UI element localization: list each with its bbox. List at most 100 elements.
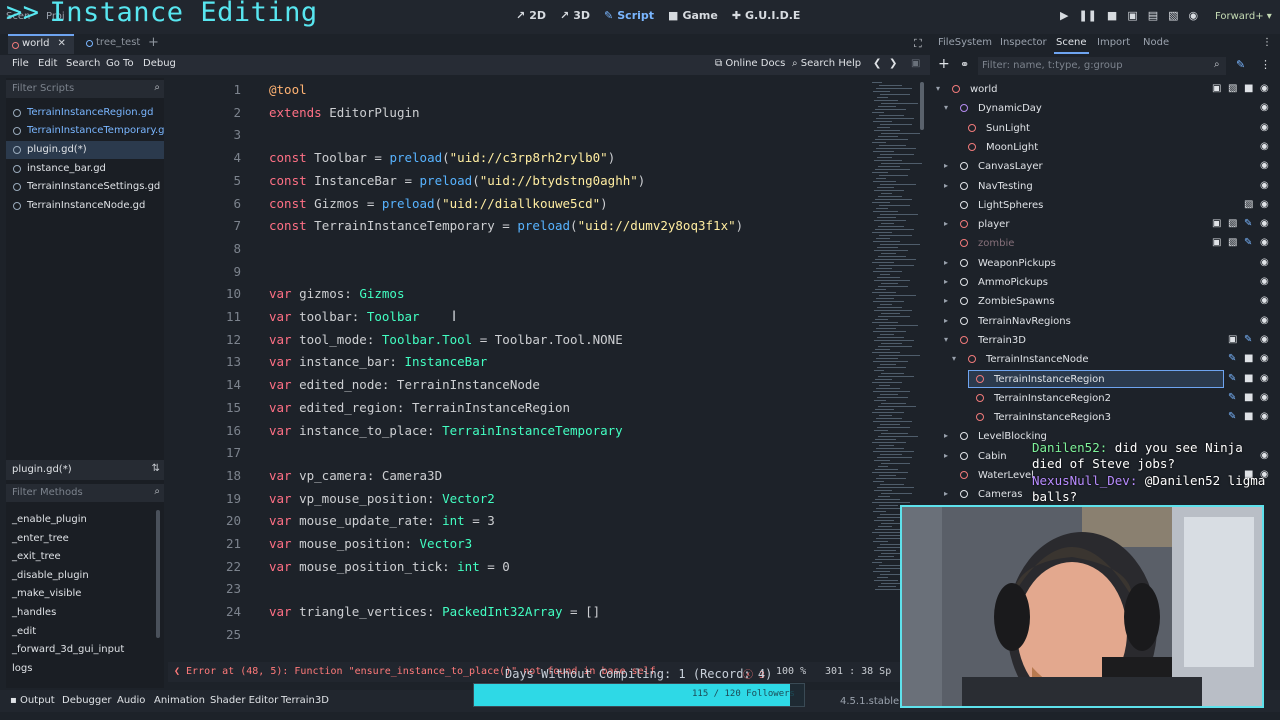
- lock-icon[interactable]: ■: [1244, 353, 1253, 364]
- code-line[interactable]: 6 const Gizmos = preload("uid://diallkouw…: [168, 196, 868, 218]
- method-item[interactable]: _exit_tree: [12, 551, 61, 562]
- dock-menu-icon[interactable]: ⋮: [1262, 37, 1272, 48]
- workspace-2d-button[interactable]: ↗ 2D: [516, 9, 546, 22]
- script-item-selected[interactable]: plugin.gd(*): [6, 141, 164, 159]
- eye-icon[interactable]: ◉: [1260, 392, 1269, 403]
- script-icon[interactable]: ✎: [1244, 334, 1252, 345]
- scene-tree-node[interactable]: ▸ CanvasLayer ◉: [934, 157, 1274, 176]
- group-icon[interactable]: ▣: [1212, 83, 1221, 94]
- code-line[interactable]: 2 extends EditorPlugin: [168, 105, 868, 127]
- expand-arrow-icon[interactable]: ▾: [936, 84, 940, 93]
- stop-icon[interactable]: ■: [1107, 9, 1117, 22]
- method-item[interactable]: _forward_3d_gui_input: [12, 644, 124, 655]
- scene-tree-node[interactable]: TerrainInstanceRegion2 ✎ ■ ◉: [934, 389, 1274, 408]
- menu-search[interactable]: Search: [66, 58, 100, 69]
- scene-tree-node[interactable]: ▸ AmmoPickups ◉: [934, 273, 1274, 292]
- expand-arrow-icon[interactable]: ▸: [944, 431, 948, 440]
- visibility-toggle-icon[interactable]: ▧: [1244, 199, 1253, 210]
- scene-tree-node[interactable]: ▾ TerrainInstanceNode ✎ ■ ◉: [934, 350, 1274, 369]
- eye-icon[interactable]: ◉: [1260, 160, 1269, 171]
- remote-debug-icon[interactable]: ▣: [1127, 9, 1137, 22]
- expand-arrow-icon[interactable]: ▸: [944, 489, 948, 498]
- workspace-game-button[interactable]: ■ Game: [668, 9, 718, 22]
- attach-script-icon[interactable]: ✎: [1236, 58, 1245, 71]
- lock-icon[interactable]: ■: [1244, 392, 1253, 403]
- scene-tree-node[interactable]: ▾ world ▣ ▧ ■ ◉: [934, 80, 1274, 99]
- code-line[interactable]: 17: [168, 445, 868, 467]
- expand-arrow-icon[interactable]: ▸: [944, 161, 948, 170]
- code-line[interactable]: 19 var vp_mouse_position: Vector2: [168, 491, 868, 513]
- expand-arrow-icon[interactable]: ▸: [944, 258, 948, 267]
- code-line[interactable]: 1 @tool: [168, 82, 868, 104]
- scene-filter-input[interactable]: Filter: name, t:type, g:group: [978, 57, 1226, 75]
- visibility-toggle-icon[interactable]: ▧: [1228, 237, 1237, 248]
- eye-icon[interactable]: ◉: [1260, 218, 1269, 229]
- code-line[interactable]: 25: [168, 627, 868, 649]
- code-line[interactable]: 13 var instance_bar: InstanceBar: [168, 354, 868, 376]
- menu-go-to[interactable]: Go To: [106, 58, 134, 69]
- method-item[interactable]: _handles: [12, 607, 56, 618]
- online-docs-button[interactable]: ⧉ Online Docs: [715, 58, 785, 69]
- scene-tree-node[interactable]: zombie ▣ ▧ ✎ ◉: [934, 234, 1274, 253]
- code-line[interactable]: 15 var edited_region: TerrainInstanceRegi…: [168, 400, 868, 422]
- eye-icon[interactable]: ◉: [1260, 102, 1269, 113]
- scene-tree-node[interactable]: TerrainInstanceRegion ✎ ■ ◉: [934, 369, 1274, 389]
- eye-icon[interactable]: ◉: [1260, 295, 1269, 306]
- scene-tree-node[interactable]: ▸ player ▣ ▧ ✎ ◉: [934, 215, 1274, 234]
- tab-node[interactable]: Node: [1143, 37, 1169, 48]
- eye-icon[interactable]: ◉: [1260, 199, 1269, 210]
- menu-icon[interactable]: ⋮: [1260, 58, 1271, 71]
- tab-output[interactable]: ▪ Output: [10, 695, 55, 706]
- visibility-toggle-icon[interactable]: ▧: [1228, 218, 1237, 229]
- distraction-free-icon[interactable]: ⛶: [914, 37, 922, 51]
- lock-icon[interactable]: ■: [1244, 373, 1253, 384]
- methods-scrollbar[interactable]: [156, 510, 160, 638]
- tab-audio[interactable]: Audio: [117, 695, 145, 706]
- expand-arrow-icon[interactable]: ▸: [944, 316, 948, 325]
- workspace-guide-button[interactable]: ✚ G.U.I.D.E: [732, 9, 801, 22]
- eye-icon[interactable]: ◉: [1260, 237, 1269, 248]
- renderer-select[interactable]: Forward+ ▾: [1215, 11, 1272, 22]
- code-line[interactable]: 20 var mouse_update_rate: int = 3: [168, 513, 868, 535]
- menu-edit[interactable]: Edit: [38, 58, 57, 69]
- link-icon[interactable]: ⚭: [960, 58, 969, 71]
- eye-icon[interactable]: ◉: [1260, 180, 1269, 191]
- method-item[interactable]: _enable_plugin: [12, 514, 87, 525]
- method-item[interactable]: _make_visible: [12, 588, 81, 599]
- expand-arrow-icon[interactable]: ▸: [944, 181, 948, 190]
- group-icon[interactable]: ▣: [1212, 218, 1221, 229]
- play-icon[interactable]: ▶: [1060, 9, 1068, 22]
- float-window-icon[interactable]: ▣: [911, 58, 920, 69]
- script-item[interactable]: TerrainInstanceNode.gd: [6, 197, 164, 215]
- close-icon[interactable]: ✕: [58, 38, 66, 49]
- menu-debug[interactable]: Debug: [143, 58, 176, 69]
- filter-scripts-input[interactable]: Filter Scripts ⌕: [6, 80, 164, 98]
- expand-arrow-icon[interactable]: ▸: [944, 296, 948, 305]
- script-icon[interactable]: ✎: [1228, 411, 1236, 422]
- code-line[interactable]: 7 const TerrainInstanceTemporary = preloa…: [168, 218, 868, 240]
- method-item[interactable]: _disable_plugin: [12, 570, 89, 581]
- tab-import[interactable]: Import: [1097, 37, 1130, 48]
- scene-tree-node[interactable]: ▸ TerrainNavRegions ◉: [934, 312, 1274, 331]
- tab-shader-editor[interactable]: Shader Editor: [210, 695, 278, 706]
- code-line[interactable]: 22 var mouse_position_tick: int = 0: [168, 559, 868, 581]
- tab-scene[interactable]: Scene: [1054, 37, 1088, 54]
- visibility-toggle-icon[interactable]: ▧: [1228, 83, 1237, 94]
- lock-icon[interactable]: ■: [1244, 83, 1253, 94]
- scene-tree-node[interactable]: MoonLight ◉: [934, 138, 1274, 157]
- scene-tree-node[interactable]: TerrainInstanceRegion3 ✎ ■ ◉: [934, 408, 1274, 427]
- code-line[interactable]: 3: [168, 127, 868, 149]
- lock-icon[interactable]: ■: [1244, 411, 1253, 422]
- eye-icon[interactable]: ◉: [1260, 411, 1269, 422]
- code-line[interactable]: 5 const InstanceBar = preload("uid://btyd…: [168, 173, 868, 195]
- movie-icon[interactable]: ◉: [1189, 9, 1199, 22]
- scene-tree-node[interactable]: LightSpheres ▧ ◉: [934, 196, 1274, 215]
- pause-icon[interactable]: ❚❚: [1078, 9, 1096, 22]
- expand-arrow-icon[interactable]: ▾: [952, 354, 956, 363]
- workspace-script-button[interactable]: ✎ Script: [604, 9, 654, 22]
- scene-tree-node[interactable]: ▾ Terrain3D ▣ ✎ ◉: [934, 331, 1274, 350]
- code-line[interactable]: 24 var triangle_vertices: PackedInt32Arra…: [168, 604, 868, 626]
- method-item[interactable]: _edit: [12, 626, 36, 637]
- tab-world[interactable]: world ✕: [8, 34, 74, 54]
- eye-icon[interactable]: ◉: [1260, 141, 1269, 152]
